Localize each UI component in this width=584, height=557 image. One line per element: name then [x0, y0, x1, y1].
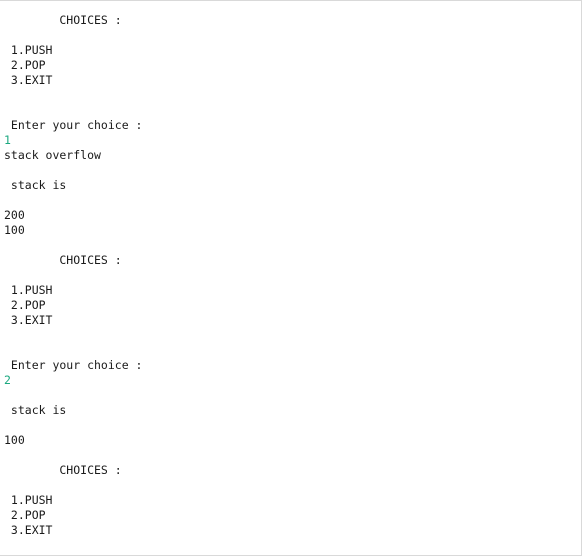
- console-line: 3.EXIT: [4, 73, 53, 87]
- console-line: CHOICES :: [4, 463, 122, 477]
- console-line: 2.POP: [4, 508, 46, 522]
- console-line: stack overflow: [4, 148, 101, 162]
- console-line: 100: [4, 433, 25, 447]
- console-line: 200: [4, 208, 25, 222]
- console-line: CHOICES :: [4, 13, 122, 27]
- console-line: 2.POP: [4, 58, 46, 72]
- console-line: Enter your choice :: [4, 118, 143, 132]
- console-line: 1.PUSH: [4, 43, 53, 57]
- console-line: stack is: [4, 403, 67, 417]
- console-line: 1.PUSH: [4, 493, 53, 507]
- console-line: 2.POP: [4, 298, 46, 312]
- user-input-line: 1: [4, 133, 11, 147]
- console-line: Enter your choice :: [4, 358, 143, 372]
- console-line: 3.EXIT: [4, 523, 53, 537]
- console-line: stack is: [4, 178, 67, 192]
- console-line: 1.PUSH: [4, 283, 53, 297]
- console-line: CHOICES :: [4, 253, 122, 267]
- console-line: 100: [4, 223, 25, 237]
- user-input-line: 2: [4, 373, 11, 387]
- console-line: 3.EXIT: [4, 313, 53, 327]
- console-output[interactable]: CHOICES : 1.PUSH 2.POP 3.EXIT Enter your…: [0, 0, 582, 556]
